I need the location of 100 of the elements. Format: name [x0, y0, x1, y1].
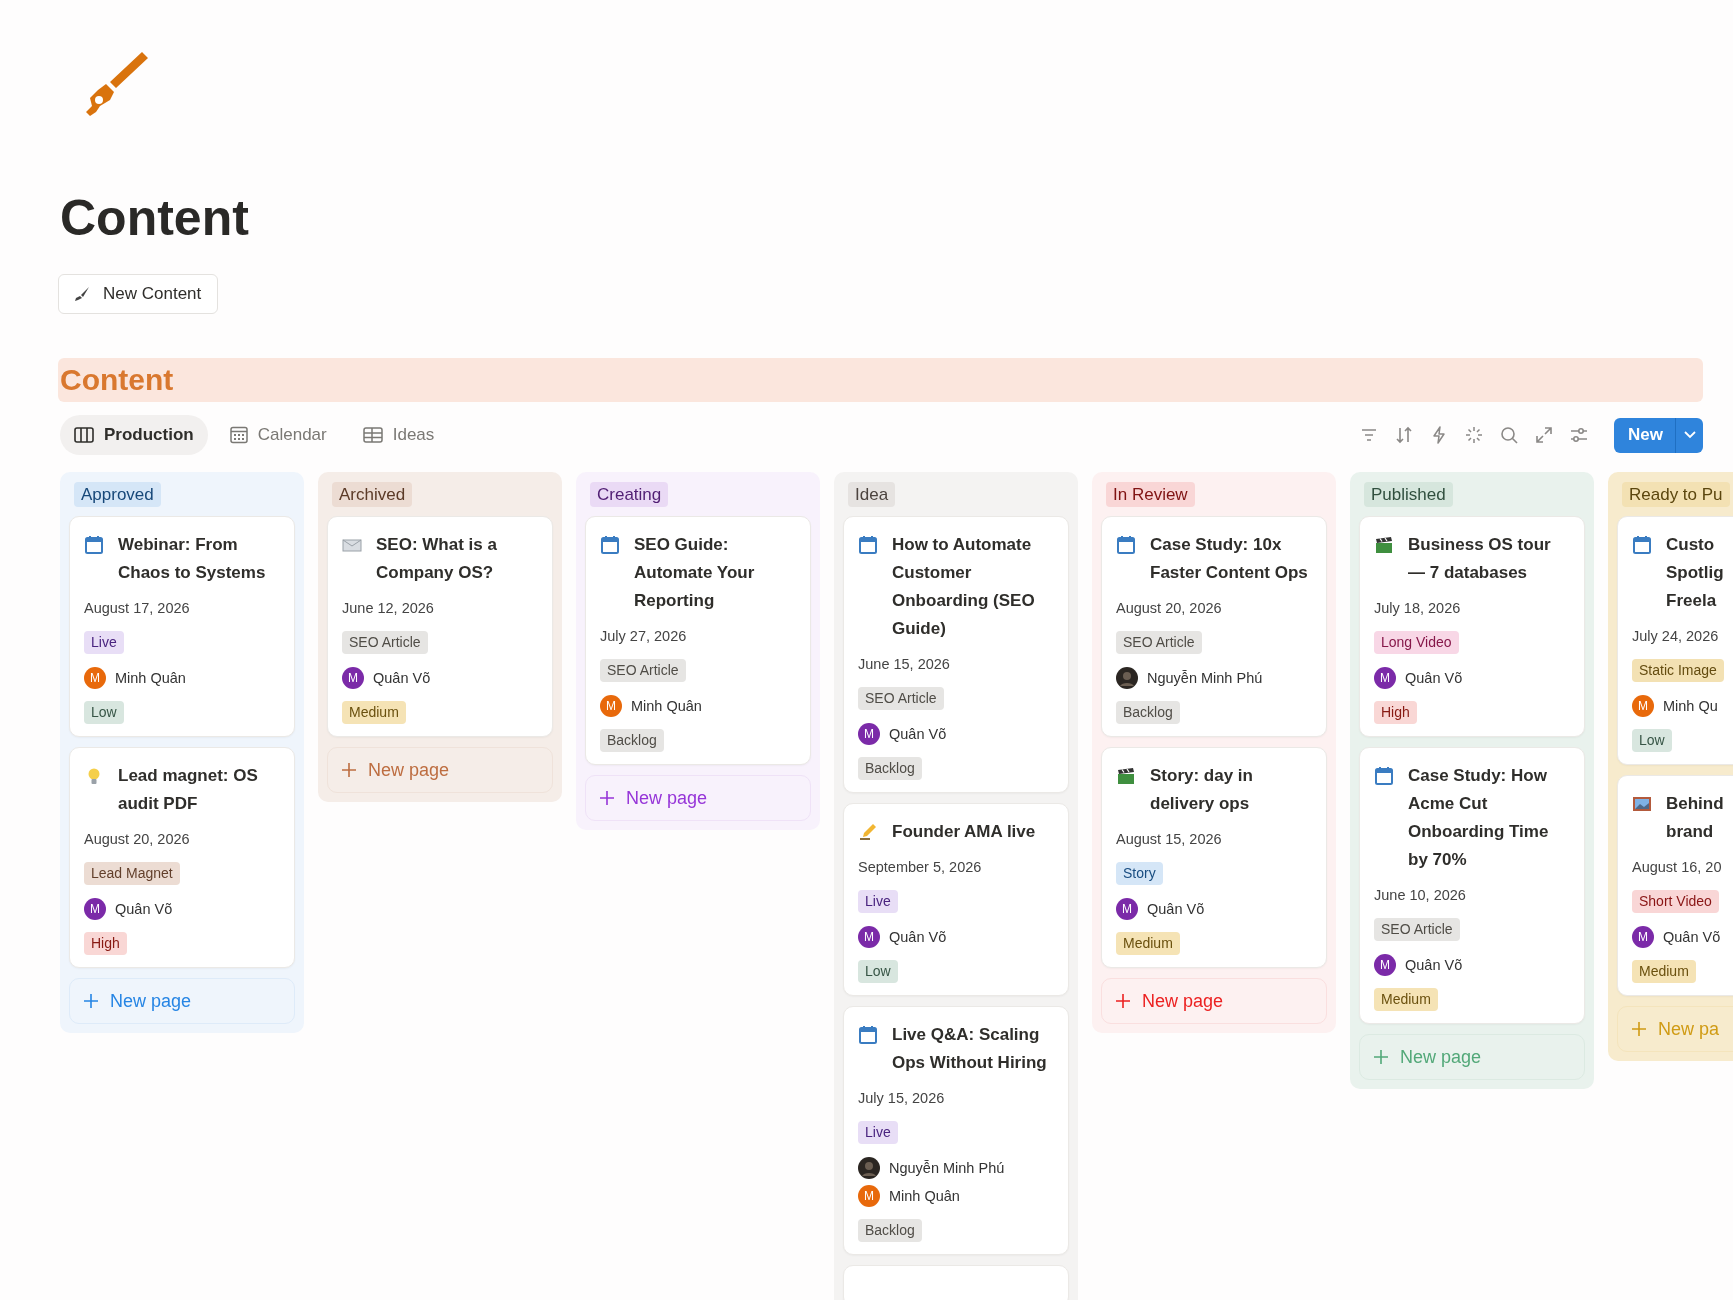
card-title: Behind brand [1666, 793, 1724, 843]
person-name: Minh Quân [115, 669, 186, 686]
card-date: August 20, 2026 [84, 830, 191, 849]
view-tab[interactable]: Production [60, 415, 208, 455]
card[interactable]: SEO: What is a Company OS? June 12, 2026 SEO Article M Quân Võ Medium [327, 516, 553, 737]
calendar-icon [1374, 766, 1394, 786]
person-name: Quân Võ [889, 725, 947, 742]
card[interactable]: Live Q&A: Scaling Ops Without Hiring July 15, 2026 Live Nguyễn Minh Phú M Minh Quân Backlog [843, 1006, 1069, 1255]
card-title: Lead magnet: OS audit PDF [118, 765, 259, 815]
card-title: SEO: What is a Company OS? [376, 534, 498, 584]
card[interactable]: Behind brand August 16, 20 Short Video M Quân Võ Medium [1617, 775, 1733, 996]
person-name: Quân Võ [889, 928, 947, 945]
tag: High [84, 932, 127, 955]
tag: Live [84, 631, 124, 654]
card[interactable]: Business OS tour — 7 databases July 18, 2026 Long Video M Quân Võ High [1359, 516, 1585, 737]
avatar: M [1374, 953, 1396, 976]
plus-icon [342, 763, 356, 777]
card-date: July 27, 2026 [600, 627, 688, 646]
calendar-icon [600, 535, 620, 555]
card[interactable]: Case Study: How Acme Cut Onboarding Time by 70% June 10, 2026 SEO Article M Quân Võ Medium [1359, 747, 1585, 1024]
column-label: Idea [848, 482, 896, 507]
card-title: Case Study: How Acme Cut Onboarding Time by 70% [1408, 765, 1550, 871]
calendar-icon [1116, 535, 1136, 555]
card-date: June 15, 2026 [858, 655, 951, 674]
tag: Medium [1632, 960, 1696, 983]
new-dropdown-button[interactable] [1675, 417, 1703, 453]
tag: Backlog [858, 757, 922, 780]
settings-icon[interactable] [1569, 425, 1590, 445]
column-label: Approved [74, 482, 161, 507]
calendar-icon [229, 426, 248, 444]
person-name: Minh Qu [1663, 697, 1718, 714]
card[interactable]: Founder AMA live September 5, 2026 Live M Quân Võ Low [843, 803, 1069, 996]
chevron-down-icon [1682, 430, 1697, 440]
column-label: Ready to Pu [1622, 482, 1730, 507]
person-name: Quân Võ [373, 669, 431, 686]
page-title: Content [60, 189, 250, 248]
card[interactable]: Lead magnet: OS audit PDF August 20, 2026 Lead Magnet M Quân Võ High [69, 747, 295, 968]
sparkle-icon[interactable] [1464, 425, 1485, 445]
calendar-icon [1632, 535, 1652, 555]
tag: Medium [1116, 932, 1180, 955]
tag: SEO Article [342, 631, 428, 654]
plus-icon [84, 994, 98, 1008]
card[interactable]: Custo Spotlig Freela July 24, 2026 Static Image M Minh Qu Low [1617, 516, 1733, 765]
person-name: Quân Võ [1147, 900, 1205, 917]
card-title: SEO Guide: Automate Your Reporting [634, 534, 756, 612]
search-icon[interactable] [1499, 425, 1520, 445]
card[interactable]: How to Automate Customer Onboarding (SEO Guide) June 15, 2026 SEO Article M Quân Võ Backlog [843, 516, 1069, 793]
column-label: In Review [1106, 482, 1195, 507]
card[interactable]: Webinar: From Chaos to Systems August 17, 2026 Live M Minh Quân Low [69, 516, 295, 737]
column-label: Published [1364, 482, 1453, 507]
tag: Backlog [1116, 701, 1180, 724]
tag: Story [1116, 862, 1163, 885]
tag: Short Video [1632, 890, 1719, 913]
avatar: M [858, 1184, 880, 1207]
card-title: Business OS tour — 7 databases [1408, 534, 1552, 584]
framed-picture-icon [1632, 794, 1652, 814]
avatar: M [858, 925, 880, 948]
tag: High [1374, 701, 1417, 724]
card-title: Founder AMA live [892, 821, 1036, 843]
avatar-silhouette-icon [858, 1156, 880, 1179]
card[interactable]: Story: day in delivery ops August 15, 2026 Story M Quân Võ Medium [1101, 747, 1327, 968]
card[interactable]: Case Study: 10x Faster Content Ops August 20, 2026 SEO Article Nguyễn Minh Phú Backlog [1101, 516, 1327, 737]
view-tab[interactable]: Calendar [215, 415, 341, 455]
new-button[interactable]: New [1614, 417, 1675, 453]
tag: Live [858, 1121, 898, 1144]
expand-icon[interactable] [1534, 425, 1555, 445]
plus-icon [600, 791, 614, 805]
card-date: July 15, 2026 [858, 1089, 946, 1108]
person-name: Nguyễn Minh Phú [889, 1159, 1005, 1176]
avatar: M [858, 722, 880, 745]
column-label: Creating [590, 482, 669, 507]
avatar: M [1116, 897, 1138, 920]
tag: Static Image [1632, 659, 1724, 682]
tag: SEO Article [858, 687, 944, 710]
pencil-icon [858, 822, 878, 842]
plus-icon [1632, 1022, 1646, 1036]
card-date: August 20, 2026 [1116, 599, 1223, 618]
tag: Low [84, 701, 124, 724]
new-page-button[interactable]: New page [69, 978, 295, 1024]
person-name: Nguyễn Minh Phú [1147, 669, 1263, 686]
avatar: M [1374, 666, 1396, 689]
card[interactable]: SEO Guide: Automate Your Reporting July 27, 2026 SEO Article M Minh Quân Backlog [585, 516, 811, 765]
card-title: Webinar: From Chaos to Systems [118, 534, 267, 584]
avatar: M [600, 694, 622, 717]
calendar-icon [84, 535, 104, 555]
tag: Backlog [858, 1219, 922, 1242]
tag: Low [1632, 729, 1672, 752]
new-content-button[interactable]: New Content [58, 274, 219, 314]
card-title: How to Automate Customer Onboarding (SEO Guide) [892, 534, 1036, 640]
new-page-button[interactable]: New page [585, 775, 811, 821]
card-date: August 17, 2026 [84, 599, 191, 618]
card-date: June 12, 2026 [342, 599, 435, 618]
new-page-button[interactable]: New page [1101, 978, 1327, 1024]
view-tab[interactable]: Ideas [348, 415, 449, 455]
card-date: July 24, 2026 [1632, 627, 1720, 646]
tag: Medium [1374, 988, 1438, 1011]
tag: Low [858, 960, 898, 983]
tag: Long Video [1374, 631, 1459, 654]
tag: Medium [342, 701, 406, 724]
tag: Live [858, 890, 898, 913]
